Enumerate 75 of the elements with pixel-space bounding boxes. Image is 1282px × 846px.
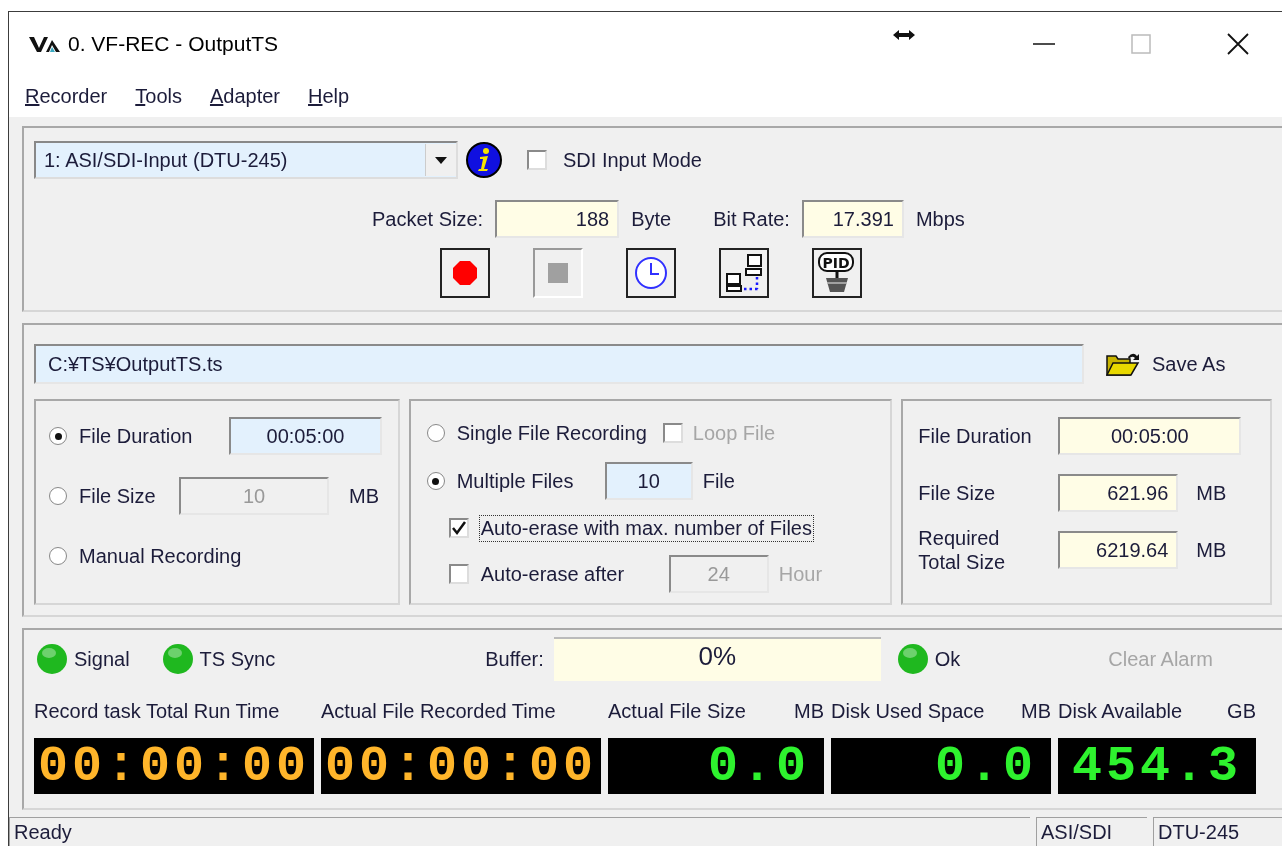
indicator-label: TS Sync [199, 647, 276, 671]
file-count-field[interactable]: 10 [604, 462, 693, 500]
status-bar-pane: DTU-245 [1153, 817, 1282, 846]
network-button[interactable] [719, 248, 769, 298]
summary-label: File Size [918, 481, 996, 505]
status-led-icon [36, 643, 68, 675]
unit-label: MB [1021, 700, 1051, 724]
meter-label: Disk Available [1058, 700, 1183, 724]
buffer-label: Buffer: [485, 647, 544, 671]
network-icon [724, 253, 764, 293]
indicator-label: Signal [74, 647, 130, 671]
unit-label: Hour [778, 562, 823, 586]
digital-display: 00:00:00 [34, 738, 314, 794]
meter-label: Actual File Size [608, 700, 746, 724]
radio-button[interactable] [49, 547, 67, 565]
meter-label: Actual File Recorded Time [321, 700, 556, 724]
summary-field: 00:05:00 [1058, 417, 1242, 455]
menu-item[interactable]: Tools [135, 84, 182, 108]
unit-label: Byte [631, 207, 672, 231]
digital-display: 0.0 [608, 738, 824, 794]
menu-item[interactable]: Help [308, 84, 350, 108]
summary-label: File Duration [918, 424, 1033, 448]
record-icon [452, 260, 478, 286]
dropdown-arrow-icon [435, 156, 447, 164]
summary-field: 621.96 [1058, 474, 1179, 512]
checkbox[interactable] [527, 150, 547, 170]
sdi-input-mode-checkbox[interactable]: SDI Input Mode [527, 148, 702, 172]
meter-label: Record task Total Run Time [34, 700, 280, 724]
radio-option[interactable]: Manual Recording [49, 544, 242, 568]
info-icon[interactable] [465, 141, 503, 179]
unit-label: MB [349, 484, 379, 508]
device-dropdown[interactable]: 1: ASI/SDI-Input (DTU-245) [34, 141, 458, 179]
menu-item[interactable]: Recorder [25, 84, 108, 108]
status-bar-pane: ASI/SDI [1036, 817, 1147, 846]
checkbox[interactable] [448, 518, 469, 538]
close-icon[interactable] [1226, 31, 1251, 56]
unit-label: File [702, 469, 735, 493]
alarm-label: Ok [934, 647, 961, 671]
resize-cursor-icon [892, 28, 917, 41]
stop-icon [548, 263, 568, 283]
packet-size-field: 188 [495, 200, 620, 238]
radio-option[interactable]: Multiple Files [426, 469, 605, 493]
clock-icon [634, 256, 668, 290]
status-led-icon [896, 643, 929, 675]
radio-option[interactable]: File Duration [49, 424, 229, 448]
radio-button[interactable] [426, 424, 445, 442]
summary-label: Required Total Size [918, 526, 1007, 574]
meter-label: Disk Used Space [831, 700, 985, 724]
packet-size-label: Packet Size: [372, 207, 484, 231]
record-button[interactable] [440, 248, 490, 298]
radio-option[interactable]: Single File Recording [426, 421, 647, 445]
schedule-button[interactable] [626, 248, 676, 298]
window-title: 0. VF-REC - OutputTS [68, 31, 279, 56]
auto-erase-checkbox[interactable]: Auto-erase with max. number of Files [448, 516, 812, 540]
digital-display: 00:00:00 [321, 738, 601, 794]
bit-rate-label: Bit Rate: [713, 207, 790, 231]
save-as-button[interactable]: Save As [1106, 351, 1226, 377]
output-path-field[interactable]: C:¥TS¥OutputTS.ts [34, 344, 1084, 384]
bit-rate-field: 17.391 [801, 200, 904, 238]
unit-label: MB [1196, 481, 1227, 505]
summary-field: 6219.64 [1058, 531, 1179, 569]
menu-item[interactable]: Adapter [209, 84, 281, 108]
unit-label: Mbps [915, 207, 965, 231]
radio-button[interactable] [426, 472, 445, 490]
folder-icon [1106, 351, 1140, 377]
status-bar-pane: Ready [9, 817, 1030, 846]
value-field[interactable]: 00:05:00 [229, 417, 382, 455]
digital-display: 0.0 [831, 738, 1051, 794]
digital-display: 454.3 [1058, 738, 1256, 794]
unit-label: MB [794, 700, 824, 724]
unit-label: GB [1227, 700, 1256, 724]
status-led-icon [161, 643, 194, 675]
unit-label: MB [1196, 538, 1227, 562]
buffer-reading: 0% [698, 641, 737, 672]
radio-button[interactable] [49, 427, 67, 445]
